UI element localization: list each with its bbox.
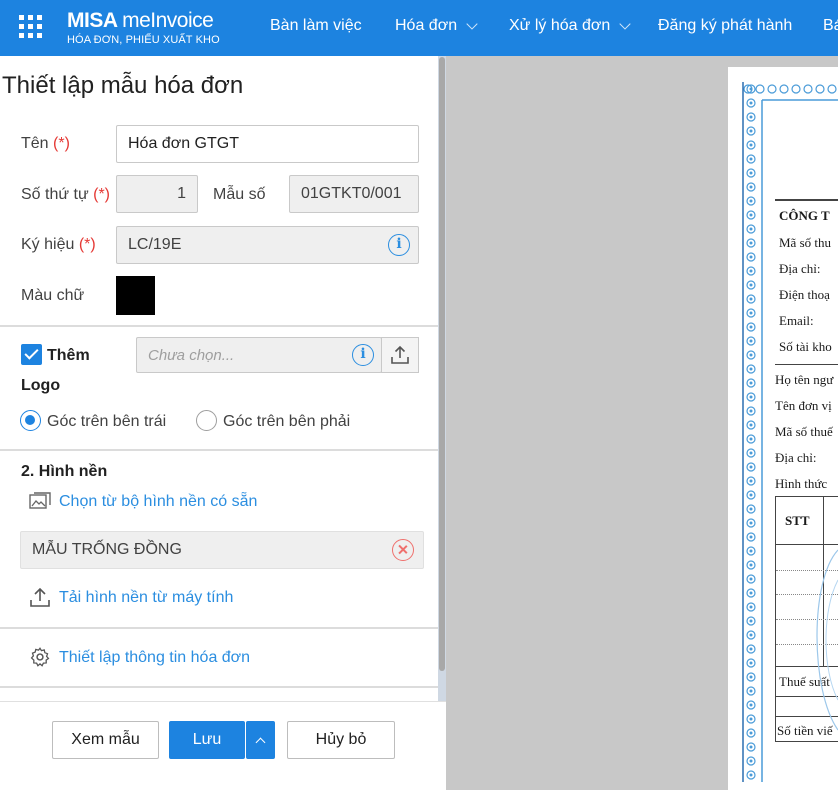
page-title: Thiết lập mẫu hóa đơn xyxy=(2,72,244,99)
buyer-company-line: Tên đơn vị xyxy=(775,398,832,413)
payment-method-line: Hình thức xyxy=(775,476,828,491)
save-options-button[interactable] xyxy=(246,721,275,759)
logo-position-left-radio[interactable] xyxy=(20,410,41,431)
seller-company-line: CÔNG T xyxy=(779,208,830,223)
background-select[interactable]: MẪU TRỐNG ĐỒNG xyxy=(20,531,424,569)
chevron-down-icon xyxy=(619,17,631,30)
info-icon[interactable]: i xyxy=(352,344,374,366)
table-header-stt: STT xyxy=(785,513,810,528)
logo-label: Logo xyxy=(21,377,61,394)
seller-phone-line: Điện thoạ xyxy=(779,287,830,302)
nav-invoice-label: Hóa đơn xyxy=(395,17,458,34)
gear-icon xyxy=(30,647,50,667)
nav-issuance-registration[interactable]: Đăng ký phát hành xyxy=(658,17,792,35)
name-label: Tên (*) xyxy=(21,135,70,153)
symbol-label-text: Ký hiệu xyxy=(21,236,75,253)
seller-tax-line: Mã số thu xyxy=(779,235,831,250)
section-divider xyxy=(0,449,438,451)
logo-file-placeholder: Chưa chọn... xyxy=(148,346,235,364)
name-label-text: Tên xyxy=(21,135,49,152)
panel-scrollbar-thumb[interactable] xyxy=(439,57,445,671)
order-input-value: 1 xyxy=(177,185,186,202)
symbol-label: Ký hiệu (*) xyxy=(21,236,96,254)
nav-report-label: Bá xyxy=(823,17,838,34)
info-icon[interactable]: i xyxy=(388,234,410,256)
brand-name-bold: MISA xyxy=(67,9,117,32)
background-select-value: MẪU TRỐNG ĐỒNG xyxy=(32,541,182,558)
required-mark: (*) xyxy=(53,135,70,152)
nav-invoice-processing[interactable]: Xử lý hóa đơn xyxy=(509,17,631,35)
text-color-label: Màu chữ xyxy=(21,287,85,304)
preview-button[interactable]: Xem mẫu xyxy=(52,721,159,759)
nav-workspace[interactable]: Bàn làm việc xyxy=(270,17,362,35)
template-no-label: Mẫu số xyxy=(213,186,266,203)
upload-logo-button[interactable] xyxy=(381,337,419,373)
buyer-name-line: Họ tên ngư xyxy=(775,372,834,387)
preview-button-label: Xem mẫu xyxy=(71,731,140,748)
clear-icon[interactable] xyxy=(392,539,414,561)
required-mark: (*) xyxy=(78,236,96,253)
apps-grid-icon[interactable] xyxy=(19,15,42,38)
cancel-button[interactable]: Hủy bỏ xyxy=(287,721,395,759)
chevron-up-icon xyxy=(255,737,266,747)
background-watermark xyxy=(816,549,838,731)
nav-invoice[interactable]: Hóa đơn xyxy=(395,17,478,35)
nav-invoice-processing-label: Xử lý hóa đơn xyxy=(509,17,611,34)
top-nav-bar: MISA meInvoice HÓA ĐƠN, PHIẾU XUẤT KHO B… xyxy=(0,0,838,56)
logo-position-right-label: Góc trên bên phải xyxy=(223,413,351,430)
name-input[interactable]: Hóa đơn GTGT xyxy=(116,125,419,163)
order-label: Số thứ tự (*) xyxy=(21,186,110,204)
buyer-tax-line: Mã số thuế xyxy=(775,424,833,439)
section-divider xyxy=(0,325,438,327)
nav-workspace-label: Bàn làm việc xyxy=(270,17,362,34)
nav-report[interactable]: Bá xyxy=(823,17,838,35)
logo-file-input[interactable]: Chưa chọn... xyxy=(136,337,382,373)
section-divider xyxy=(0,627,438,629)
required-mark: (*) xyxy=(93,186,111,203)
symbol-input-value: LC/19E xyxy=(128,236,182,253)
upload-icon xyxy=(391,345,409,364)
chevron-down-icon xyxy=(466,17,478,30)
add-logo-label: Thêm xyxy=(47,347,90,364)
symbol-input[interactable]: LC/19E xyxy=(116,226,419,264)
save-button[interactable]: Lưu xyxy=(169,721,245,759)
invoice-rule xyxy=(775,364,838,365)
order-input[interactable]: 1 xyxy=(116,175,198,213)
brand-name-light: meInvoice xyxy=(122,9,214,32)
nav-issuance-registration-label: Đăng ký phát hành xyxy=(658,17,793,34)
cancel-button-label: Hủy bỏ xyxy=(315,731,367,748)
invoice-rule xyxy=(775,199,838,201)
invoice-settings-link[interactable]: Thiết lập thông tin hóa đơn xyxy=(59,649,250,667)
background-section-title: 2. Hình nền xyxy=(21,463,108,480)
brand-subtitle: HÓA ĐƠN, PHIẾU XUẤT KHO xyxy=(67,34,220,46)
seller-account-line: Số tài kho xyxy=(779,339,832,354)
template-no-input: 01GTKT0/001 xyxy=(289,175,419,213)
text-color-swatch[interactable] xyxy=(116,276,155,315)
logo-position-right-radio[interactable] xyxy=(196,410,217,431)
order-label-text: Số thứ tự xyxy=(21,186,89,203)
seller-address-line: Địa chỉ: xyxy=(779,261,821,276)
upload-background-link[interactable]: Tải hình nền từ máy tính xyxy=(59,589,233,607)
save-button-label: Lưu xyxy=(192,731,222,748)
template-no-value: 01GTKT0/001 xyxy=(301,185,402,202)
section-divider xyxy=(0,686,438,688)
choose-background-link[interactable]: Chọn từ bộ hình nền có sẵn xyxy=(59,493,257,511)
buyer-address-line: Địa chỉ: xyxy=(775,450,817,465)
logo-position-left-label: Góc trên bên trái xyxy=(47,413,167,430)
add-logo-checkbox[interactable] xyxy=(21,344,42,365)
brand-logo[interactable]: MISA meInvoice HÓA ĐƠN, PHIẾU XUẤT KHO xyxy=(67,9,220,47)
seller-email-line: Email: xyxy=(779,313,814,328)
upload-icon xyxy=(30,587,50,607)
name-input-value: Hóa đơn GTGT xyxy=(128,135,239,152)
image-gallery-icon xyxy=(29,492,51,509)
